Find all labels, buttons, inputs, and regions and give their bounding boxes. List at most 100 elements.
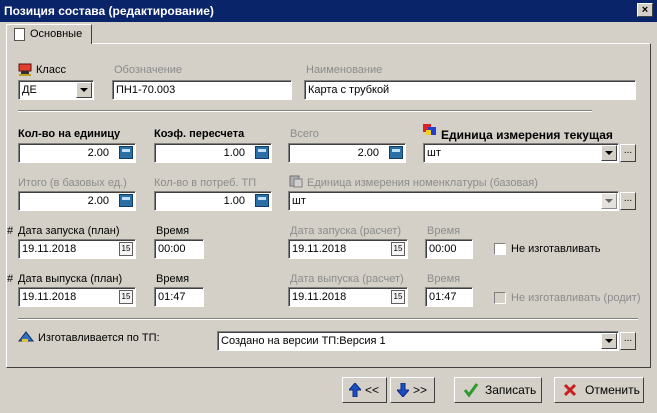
unit-base-more-button[interactable]: ... xyxy=(620,192,636,210)
name-label: Наименование xyxy=(306,64,383,76)
chevron-down-icon[interactable] xyxy=(601,193,617,209)
chevron-down-icon[interactable] xyxy=(76,82,92,98)
save-button[interactable]: Записать xyxy=(454,377,542,403)
designation-value: ПН1-70.003 xyxy=(116,84,176,96)
total-value: 2.00 xyxy=(357,147,379,159)
unit-base-select[interactable]: шт xyxy=(288,191,619,211)
launch-plan-label: Дата запуска (план) xyxy=(18,225,120,237)
calendar-icon[interactable]: 15 xyxy=(391,242,405,256)
launch-calc-value: 19.11.2018 xyxy=(292,243,347,255)
calendar-icon[interactable]: 15 xyxy=(119,290,133,304)
more-icon: ... xyxy=(623,145,633,156)
made-by-tp-select[interactable]: Создано на версии ТП:Версия 1 xyxy=(217,331,619,351)
prev-button[interactable]: << xyxy=(342,377,387,403)
launch-calc-time-label: Время xyxy=(427,225,461,237)
close-button[interactable]: × xyxy=(637,3,653,17)
made-by-tp-value: Создано на версии ТП:Версия 1 xyxy=(221,335,386,347)
conv-factor-label: Коэф. пересчета xyxy=(154,128,245,140)
separator xyxy=(18,110,592,112)
launch-calc-field[interactable]: 19.11.2018 15 xyxy=(288,239,408,259)
unit-icon xyxy=(423,124,437,137)
more-icon: ... xyxy=(623,193,633,204)
unit-current-more-button[interactable]: ... xyxy=(620,144,636,162)
launch-plan-value: 19.11.2018 xyxy=(22,243,77,255)
qty-per-unit-value: 2.00 xyxy=(87,147,109,159)
release-time-field[interactable]: 01:47 xyxy=(154,287,204,307)
prev-button-label: << xyxy=(365,383,380,397)
total-field[interactable]: 2.00 xyxy=(288,143,406,163)
total-base-value: 2.00 xyxy=(87,195,109,207)
document-icon xyxy=(14,28,25,41)
launch-calc-time-field[interactable]: 00:00 xyxy=(425,239,473,259)
name-value: Карта с трубкой xyxy=(308,84,390,96)
cancel-button[interactable]: Отменить xyxy=(554,377,644,403)
arrow-up-icon xyxy=(349,383,361,397)
chevron-down-icon[interactable] xyxy=(601,333,617,349)
cancel-button-label: Отменить xyxy=(585,383,640,397)
calendar-icon[interactable]: 15 xyxy=(119,242,133,256)
required-mark: # xyxy=(7,225,14,237)
class-value: ДЕ xyxy=(22,84,37,96)
title-bar: Позиция состава (редактирование) × xyxy=(0,0,657,22)
next-button-label: >> xyxy=(413,383,428,397)
conv-factor-field[interactable]: 1.00 xyxy=(154,143,272,163)
chevron-down-icon[interactable] xyxy=(601,145,617,161)
total-label: Всего xyxy=(290,128,319,140)
no-make-parent-label: Не изготавливать (родит) xyxy=(511,292,641,304)
unit-current-label: Единица измерения текущая xyxy=(441,128,613,142)
release-calc-value: 19.11.2018 xyxy=(292,291,347,303)
qty-per-unit-field[interactable]: 2.00 xyxy=(18,143,136,163)
designation-field[interactable]: ПН1-70.003 xyxy=(112,80,292,100)
class-select[interactable]: ДЕ xyxy=(18,80,94,100)
unit-base-value: шт xyxy=(292,195,306,207)
cross-icon xyxy=(563,383,577,397)
close-icon: × xyxy=(641,4,649,16)
no-make-label: Не изготавливать xyxy=(511,243,601,255)
tech-process-icon xyxy=(17,330,35,343)
save-button-label: Записать xyxy=(485,383,537,397)
release-calc-field[interactable]: 19.11.2018 15 xyxy=(288,287,408,307)
unit-current-select[interactable]: шт xyxy=(423,143,619,163)
calculator-icon[interactable] xyxy=(389,146,403,159)
made-by-tp-label: Изготавливается по ТП: xyxy=(38,332,160,344)
more-icon: ... xyxy=(623,333,633,344)
total-base-field[interactable]: 2.00 xyxy=(18,191,136,211)
arrow-down-icon xyxy=(397,383,409,397)
unit-base-label: Единица измерения номенклатуры (базовая) xyxy=(307,177,538,189)
qty-tp-field[interactable]: 1.00 xyxy=(154,191,272,211)
made-by-tp-more-button[interactable]: ... xyxy=(620,332,636,350)
no-make-checkbox[interactable] xyxy=(494,243,506,255)
launch-calc-label: Дата запуска (расчет) xyxy=(290,225,402,237)
no-make-parent-checkbox[interactable] xyxy=(494,292,506,304)
checkmark-icon xyxy=(463,383,479,398)
release-plan-label: Дата выпуска (план) xyxy=(18,273,123,285)
calculator-icon[interactable] xyxy=(255,194,269,207)
launch-calc-time-value: 00:00 xyxy=(429,243,457,255)
unit-current-value: шт xyxy=(427,147,441,159)
release-calc-time-value: 01:47 xyxy=(429,291,457,303)
name-field[interactable]: Карта с трубкой xyxy=(304,80,636,100)
release-plan-field[interactable]: 19.11.2018 15 xyxy=(18,287,136,307)
release-time-label: Время xyxy=(156,273,190,285)
conv-factor-value: 1.00 xyxy=(223,147,245,159)
release-calc-time-field[interactable]: 01:47 xyxy=(425,287,473,307)
tab-main-label: Основные xyxy=(30,28,83,40)
qty-tp-value: 1.00 xyxy=(223,195,245,207)
next-button[interactable]: >> xyxy=(390,377,435,403)
calculator-icon[interactable] xyxy=(255,146,269,159)
release-plan-value: 19.11.2018 xyxy=(22,291,77,303)
release-calc-time-label: Время xyxy=(427,273,461,285)
tab-main[interactable]: Основные xyxy=(6,24,92,44)
required-mark: # xyxy=(7,273,14,285)
release-time-value: 01:47 xyxy=(158,291,186,303)
window-title: Позиция состава (редактирование) xyxy=(4,4,214,18)
launch-time-value: 00:00 xyxy=(158,243,186,255)
designation-label: Обозначение xyxy=(114,64,183,76)
launch-time-field[interactable]: 00:00 xyxy=(154,239,204,259)
total-base-label: Итого (в базовых ед.) xyxy=(18,177,127,189)
calendar-icon[interactable]: 15 xyxy=(391,290,405,304)
class-label: Класс xyxy=(36,64,66,76)
launch-plan-field[interactable]: 19.11.2018 15 xyxy=(18,239,136,259)
calculator-icon[interactable] xyxy=(119,146,133,159)
calculator-icon[interactable] xyxy=(119,194,133,207)
